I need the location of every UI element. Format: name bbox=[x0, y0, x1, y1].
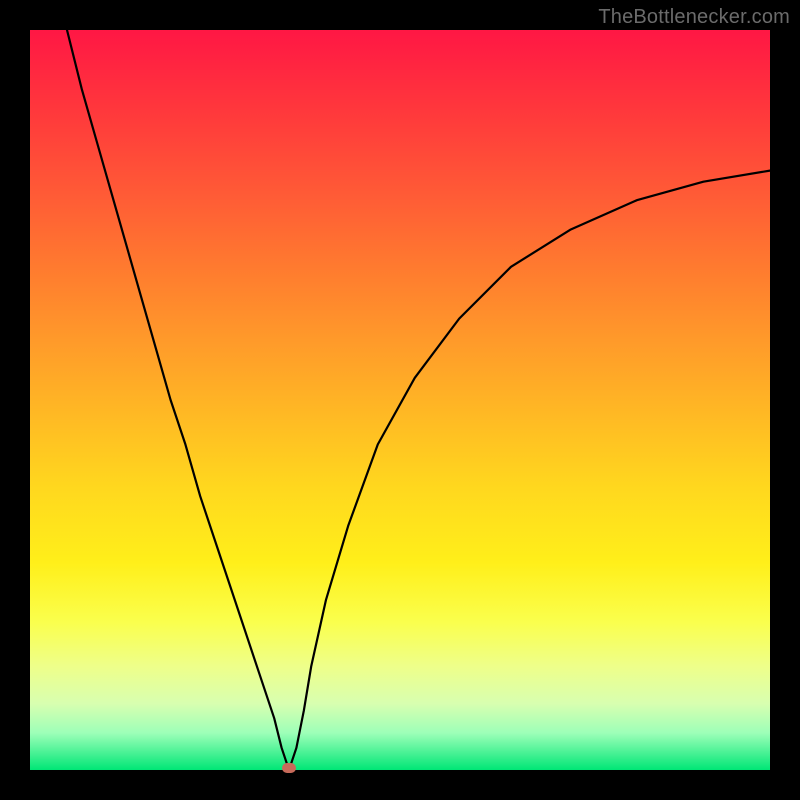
chart-frame: TheBottlenecker.com bbox=[0, 0, 800, 800]
plot-area bbox=[30, 30, 770, 770]
minimum-marker bbox=[282, 763, 296, 773]
curve-layer bbox=[30, 30, 770, 770]
bottleneck-curve bbox=[67, 30, 770, 770]
watermark-text: TheBottlenecker.com bbox=[598, 6, 790, 29]
